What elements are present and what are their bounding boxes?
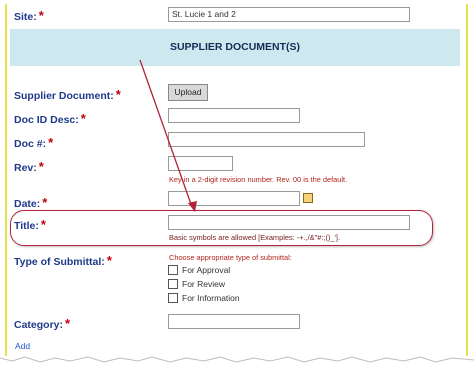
torn-edge-top	[0, 0, 474, 6]
annotation-arrow	[139, 59, 197, 212]
torn-edge-bottom	[0, 356, 474, 366]
